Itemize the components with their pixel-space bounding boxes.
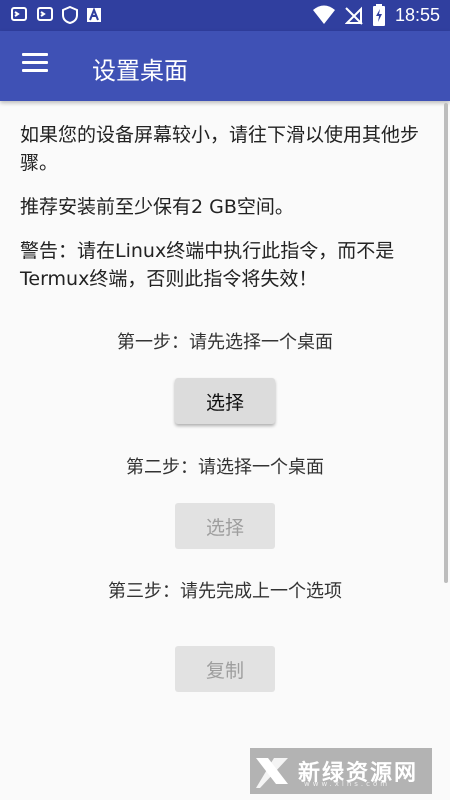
- font-a-icon: [87, 7, 101, 22]
- warning-text: 警告：请在Linux终端中执行此指令，而不是Termux终端，否则此指令将失效！: [20, 240, 395, 290]
- page-title: 设置桌面: [92, 57, 188, 85]
- watermark-logo-icon: [256, 758, 288, 788]
- step-3-label: 第三步：请先完成上一个选项: [108, 581, 342, 602]
- termux-icon: [37, 7, 53, 21]
- watermark-url: www.xlhs.com: [304, 780, 391, 788]
- vpn-shield-icon: [62, 6, 78, 24]
- no-signal-icon: [344, 6, 363, 25]
- system-icons: 18:55: [312, 4, 440, 26]
- notification-icons: [10, 6, 102, 24]
- intro-text: 如果您的设备屏幕较小，请往下滑以使用其他步骤。: [20, 124, 420, 174]
- step-1-label: 第一步：请先选择一个桌面: [117, 332, 333, 353]
- status-bar: 18:55: [0, 0, 450, 31]
- copy-command-button[interactable]: 复制: [175, 646, 275, 692]
- select-desktop-button[interactable]: 选择: [175, 378, 275, 424]
- wifi-icon: [312, 5, 335, 24]
- battery-charging-icon: [372, 4, 385, 26]
- storage-note: 推荐安装前至少保有2 GB空间。: [20, 196, 294, 218]
- termux-icon: [11, 7, 27, 21]
- app-bar: 设置桌面: [0, 31, 450, 101]
- clock: 18:55: [394, 4, 440, 25]
- menu-icon[interactable]: [22, 53, 48, 79]
- scrollbar[interactable]: [444, 103, 448, 583]
- step-2-label: 第二步：请选择一个桌面: [126, 457, 324, 478]
- watermark: 新绿资源网 www.xlhs.com: [250, 748, 432, 794]
- select-desktop-button-2[interactable]: 选择: [175, 503, 275, 549]
